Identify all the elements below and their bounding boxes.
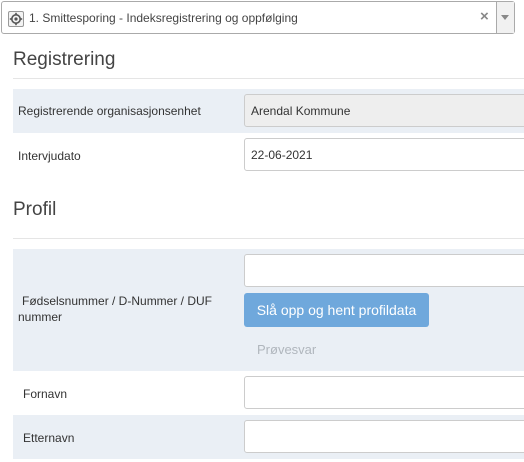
org-unit-label: Registrerende organisasjonsenhet [18, 104, 201, 118]
interview-date-field[interactable] [244, 138, 524, 171]
gear-icon [8, 11, 24, 27]
program-select-value: 1. Smittesporing - Indeksregistrering og… [29, 11, 298, 25]
interview-date-label: Intervjudato [18, 149, 81, 163]
first-name-label: Fornavn [23, 387, 68, 401]
id-number-field[interactable] [244, 254, 524, 287]
profile-section-title: Profil [13, 199, 57, 220]
lookup-profile-button[interactable]: Slå opp og hent profildata [244, 293, 429, 327]
last-name-label: Etternavn [23, 431, 75, 445]
clear-selection-icon[interactable]: × [480, 8, 489, 25]
test-result-link[interactable]: Prøvesvar [257, 342, 316, 357]
program-select[interactable]: 1. Smittesporing - Indeksregistrering og… [1, 1, 515, 34]
divider [13, 78, 524, 79]
registration-section-title: Registrering [13, 49, 116, 70]
id-number-label: Fødselsnummer / D-Nummer / DUF nummer [18, 294, 213, 324]
chevron-down-icon[interactable] [496, 2, 514, 33]
org-unit-field[interactable] [244, 94, 524, 127]
first-name-field[interactable] [244, 376, 524, 409]
last-name-field[interactable] [244, 420, 524, 453]
divider [13, 238, 524, 239]
